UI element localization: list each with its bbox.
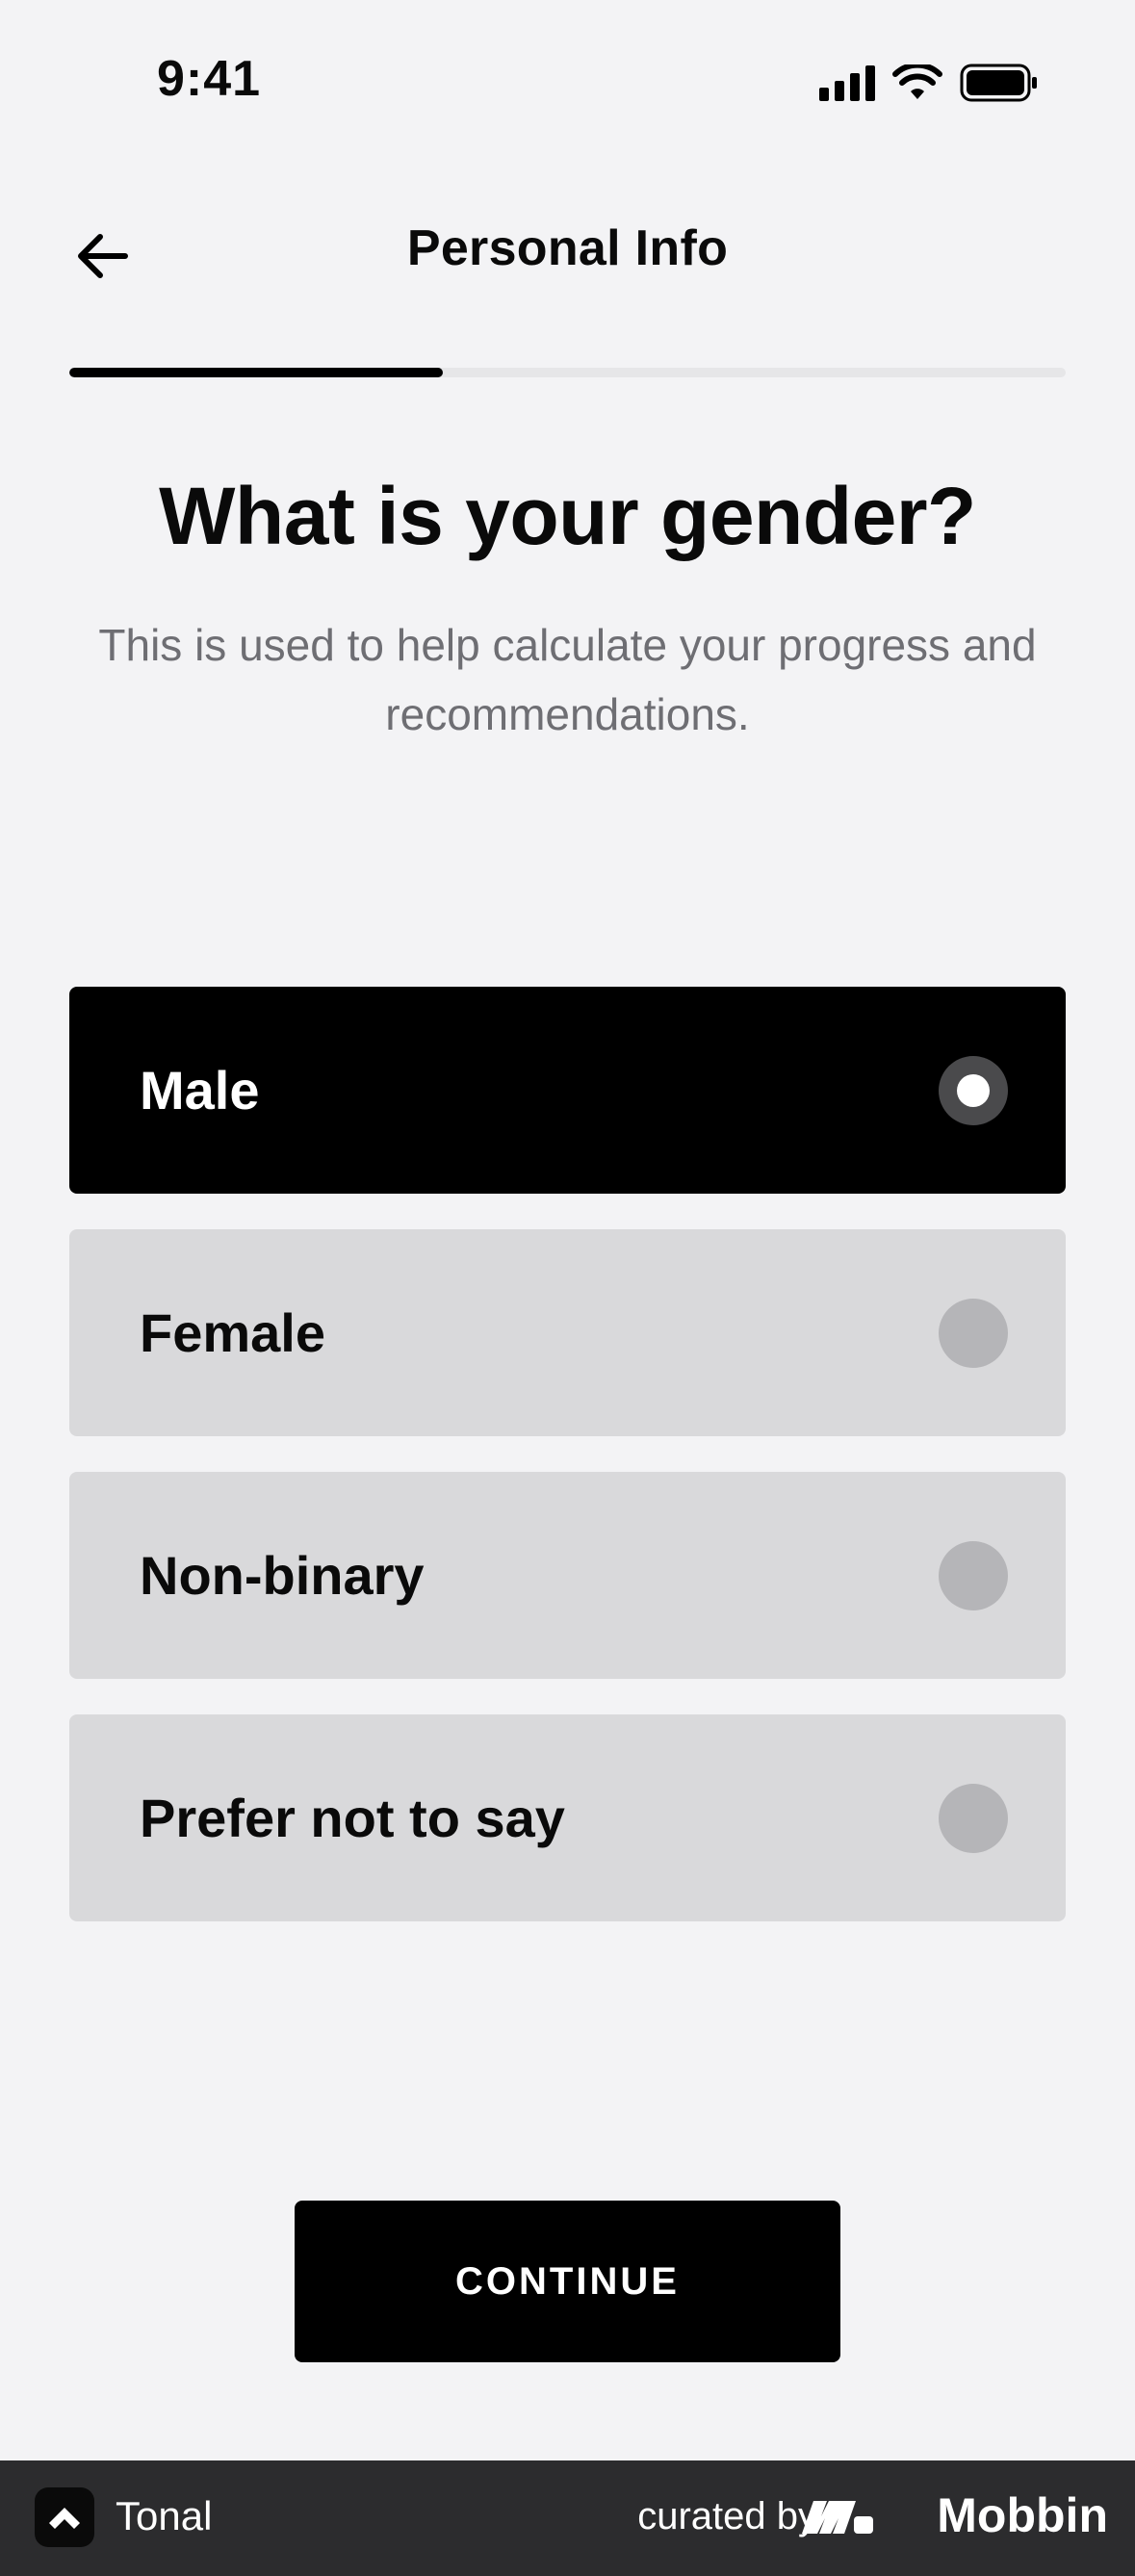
option-label: Female — [140, 1302, 325, 1363]
mobbin-brand: Mobbin — [937, 2488, 1108, 2542]
progress-fill — [69, 368, 444, 377]
cellular-signal-icon — [819, 64, 875, 101]
option-label: Non-binary — [140, 1545, 425, 1606]
footer-bar: Tonal curated by Mobbin — [0, 2460, 1135, 2576]
continue-button[interactable]: CONTINUE — [295, 2201, 840, 2362]
question-title: What is your gender? — [159, 471, 976, 561]
option-non-binary[interactable]: Non-binary — [69, 1472, 1066, 1679]
app-name: Tonal — [116, 2493, 213, 2538]
radio-button[interactable] — [939, 1056, 1008, 1125]
option-female[interactable]: Female — [69, 1229, 1066, 1436]
status-bar: 9:41 — [0, 0, 1135, 164]
page-title: Personal Info — [406, 220, 729, 276]
option-male[interactable]: Male — [69, 987, 1066, 1194]
option-label: Male — [140, 1060, 260, 1121]
curated-by-label: curated by — [637, 2495, 817, 2537]
option-label: Prefer not to say — [140, 1788, 565, 1848]
option-prefer-not-to-say[interactable]: Prefer not to say — [69, 1714, 1066, 1921]
status-icons — [819, 64, 1039, 102]
gender-options: Male Female Non-binary Prefer not to say — [69, 987, 1066, 1957]
progress-bar — [69, 368, 1066, 377]
mobbin-logo-icon — [802, 2501, 873, 2534]
radio-button[interactable] — [939, 1784, 1008, 1853]
battery-icon — [960, 64, 1037, 102]
question-subtitle: This is used to help calculate your prog… — [98, 620, 1037, 739]
radio-button[interactable] — [939, 1299, 1008, 1368]
status-time: 9:41 — [157, 51, 262, 107]
radio-button[interactable] — [939, 1541, 1008, 1610]
tonal-logo-icon — [35, 2487, 94, 2547]
wifi-icon — [892, 64, 942, 99]
nav-bar: Personal Info — [0, 193, 1135, 318]
